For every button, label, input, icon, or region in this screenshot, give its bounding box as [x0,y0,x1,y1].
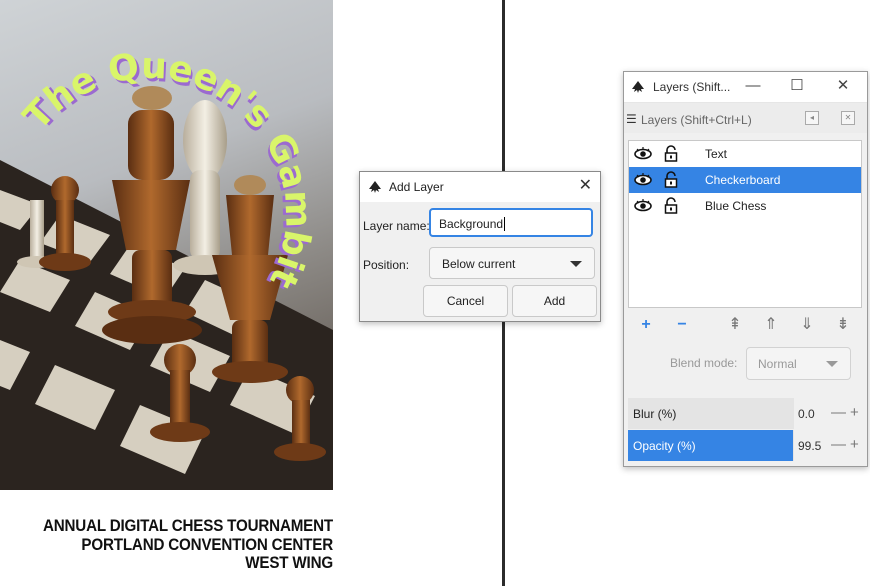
inkscape-icon [632,81,644,93]
opacity-track[interactable]: Opacity (%) [628,430,794,461]
dialog-title: Add Layer [389,180,444,194]
layer-name-value: Background [439,217,504,231]
layer-list: Text Checkerboard Blue Chess [628,140,862,308]
dialog-titlebar[interactable]: Add Layer ✕ [360,172,600,202]
raise-to-top-icon[interactable]: ⇞ [726,316,744,334]
blur-value[interactable]: 0.0 [798,407,815,421]
layers-icon: ☰ [626,112,637,126]
remove-layer-icon[interactable]: − [673,316,691,334]
layers-panel-window: Layers (Shift... — ☐ ✕ ☰ Layers (Shift+C… [623,71,868,467]
layer-name-label: Layer name: [363,219,430,233]
chess-photo: The Queen's Gambit The Queen's Gambit [0,46,333,490]
text-cursor [504,217,506,231]
close-icon[interactable]: ✕ [579,177,592,195]
eye-icon[interactable] [634,197,652,215]
blend-mode-dropdown[interactable]: Normal [746,347,851,380]
poster-image: The Queen's Gambit The Queen's Gambit [0,0,333,490]
blend-mode-label: Blend mode: [670,356,738,370]
minus-icon[interactable]: — [831,436,846,453]
eye-icon[interactable] [634,145,652,163]
caption-line-1: ANNUAL DIGITAL CHESS TOURNAMENT [42,517,333,535]
panel-titlebar[interactable]: Layers (Shift... — ☐ ✕ [624,72,867,103]
layer-name: Checkerboard [705,173,781,187]
plus-icon[interactable]: + [850,436,859,453]
blur-slider[interactable]: Blur (%) 0.0 — + [628,398,866,429]
dock-icon[interactable]: ◂ [805,111,819,125]
opacity-value[interactable]: 99.5 [798,439,821,453]
opacity-label: Opacity (%) [633,439,696,453]
tab-label: Layers (Shift+Ctrl+L) [641,113,752,127]
poster-caption: ANNUAL DIGITAL CHESS TOURNAMENT PORTLAND… [27,517,333,573]
layer-row-blue-chess[interactable]: Blue Chess [629,193,861,219]
maximize-icon[interactable]: ☐ [788,77,806,95]
chevron-down-icon [570,261,582,267]
panel-window-title: Layers (Shift... [653,80,731,94]
unlocked-icon[interactable] [664,171,678,189]
blur-track[interactable]: Blur (%) [628,398,794,429]
unlocked-icon[interactable] [664,197,678,215]
lower-layer-icon[interactable]: ⇓ [798,316,816,334]
add-layer-dialog: Add Layer ✕ Layer name: Background Posit… [359,171,601,322]
blur-label: Blur (%) [633,407,677,421]
unlocked-icon[interactable] [664,145,678,163]
layer-name-input[interactable]: Background [429,208,593,237]
minus-icon[interactable]: — [831,404,846,421]
raise-layer-icon[interactable]: ⇑ [762,316,780,334]
layer-name: Blue Chess [705,199,767,213]
position-label: Position: [363,258,410,272]
close-icon[interactable]: ✕ [834,77,852,95]
caption-line-2: PORTLAND CONVENTION CENTER [81,535,333,554]
position-value: Below current [442,257,516,271]
layer-row-checkerboard[interactable]: Checkerboard [629,167,861,193]
layer-name: Text [705,147,728,161]
inkscape-icon [369,181,381,193]
layer-row-text[interactable]: Text [629,141,861,167]
blend-mode-value: Normal [758,357,797,371]
close-tab-icon[interactable]: ✕ [841,111,855,125]
minimize-icon[interactable]: — [744,77,762,95]
lower-to-bottom-icon[interactable]: ⇟ [834,316,852,334]
caption-line-3: WEST WING [245,554,333,572]
layers-tab[interactable]: ☰ Layers (Shift+Ctrl+L) ◂ ✕ [624,103,867,133]
eye-icon[interactable] [634,171,652,189]
add-layer-icon[interactable]: + [637,316,655,334]
plus-icon[interactable]: + [850,404,859,421]
opacity-slider[interactable]: Opacity (%) 99.5 — + [628,430,866,461]
add-button[interactable]: Add [512,285,597,317]
cancel-button[interactable]: Cancel [423,285,508,317]
chevron-down-icon [826,361,838,367]
position-dropdown[interactable]: Below current [429,247,595,279]
